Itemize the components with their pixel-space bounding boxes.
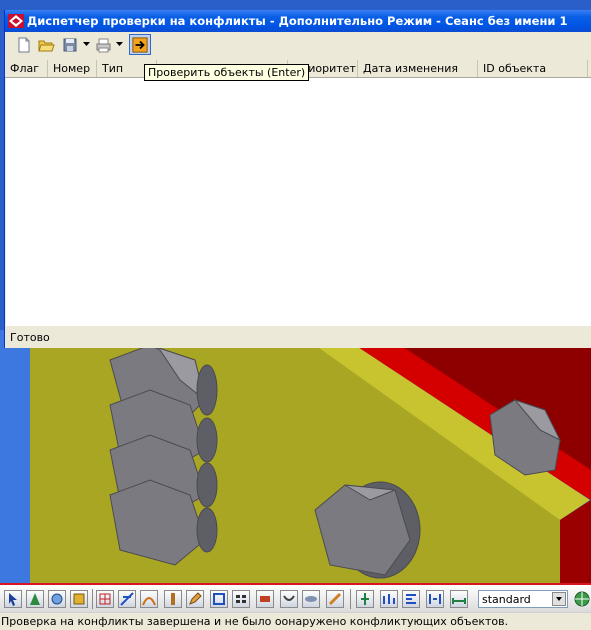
new-file-icon[interactable] bbox=[15, 36, 33, 54]
check-objects-icon bbox=[132, 37, 148, 53]
pipe-icon[interactable] bbox=[302, 590, 320, 608]
bolt-stack bbox=[109, 344, 218, 566]
title-bar[interactable]: Диспетчер проверки на конфликты - Дополн… bbox=[5, 10, 591, 32]
save-icon[interactable] bbox=[61, 36, 79, 54]
clash-results-list[interactable] bbox=[6, 78, 591, 326]
toolbar-separator bbox=[92, 589, 93, 609]
save-dropdown-icon[interactable] bbox=[83, 42, 90, 47]
chevron-down-icon[interactable] bbox=[552, 592, 566, 606]
print-dropdown-icon[interactable] bbox=[116, 42, 123, 47]
globe-icon[interactable] bbox=[573, 590, 591, 608]
array-icon[interactable] bbox=[232, 590, 250, 608]
application-status-bar: Проверка на конфликты завершена и не был… bbox=[0, 612, 591, 630]
snap-icon[interactable] bbox=[356, 590, 374, 608]
column-modified-date[interactable]: Дата изменения bbox=[358, 60, 478, 77]
bolt-icon[interactable] bbox=[164, 590, 182, 608]
style-select-value: standard bbox=[482, 593, 531, 606]
line-icon[interactable] bbox=[118, 590, 136, 608]
toolbar-separator bbox=[350, 589, 351, 609]
column-flag[interactable]: Флаг bbox=[5, 60, 48, 77]
clash-check-dialog: Диспетчер проверки на конфликты - Дополн… bbox=[4, 10, 591, 348]
select-arrow-icon[interactable] bbox=[4, 590, 22, 608]
column-number[interactable]: Номер bbox=[48, 60, 97, 77]
tool-icon[interactable] bbox=[326, 590, 344, 608]
open-folder-icon[interactable] bbox=[37, 36, 55, 54]
viewport-side-panel bbox=[0, 330, 30, 583]
grid-icon[interactable] bbox=[96, 590, 114, 608]
distribute-icon[interactable] bbox=[426, 590, 444, 608]
window-title: Диспетчер проверки на конфликты - Дополн… bbox=[27, 14, 568, 28]
check-objects-button[interactable] bbox=[129, 34, 151, 55]
dialog-status-bar: Готово bbox=[5, 326, 591, 348]
dialog-status-text: Готово bbox=[10, 331, 50, 344]
application-status-text: Проверка на конфликты завершена и не был… bbox=[1, 615, 509, 628]
bolt-center bbox=[314, 481, 421, 579]
column-object-id[interactable]: ID объекта bbox=[478, 60, 588, 77]
plate-icon[interactable] bbox=[70, 590, 88, 608]
app-diamond-icon bbox=[8, 14, 24, 28]
frame-icon[interactable] bbox=[210, 590, 228, 608]
edit-icon[interactable] bbox=[186, 590, 204, 608]
align-icon[interactable] bbox=[402, 590, 420, 608]
style-select[interactable]: standard bbox=[478, 590, 568, 608]
curve-icon[interactable] bbox=[140, 590, 158, 608]
cone-icon[interactable] bbox=[26, 590, 44, 608]
dialog-toolbar bbox=[5, 32, 591, 58]
dimension-icon[interactable] bbox=[450, 590, 468, 608]
check-objects-tooltip: Проверить объекты (Enter) bbox=[144, 64, 310, 81]
print-icon[interactable] bbox=[95, 36, 113, 54]
part-icon[interactable] bbox=[256, 590, 274, 608]
level-icon[interactable] bbox=[380, 590, 398, 608]
bottom-toolbar: standard bbox=[0, 583, 591, 614]
hole-icon[interactable] bbox=[48, 590, 66, 608]
weld-icon[interactable] bbox=[280, 590, 298, 608]
